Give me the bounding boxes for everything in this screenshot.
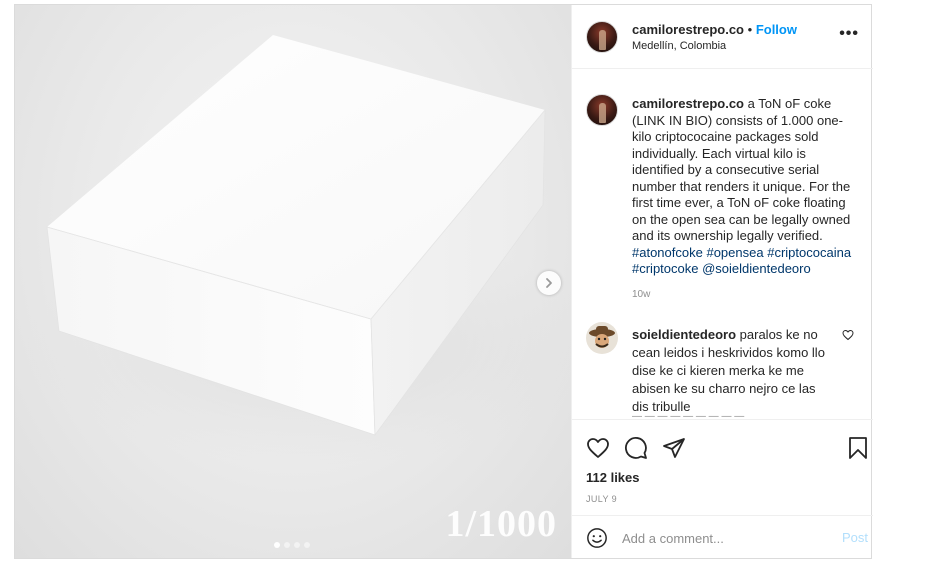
chevron-right-icon xyxy=(546,278,552,288)
comment-username[interactable]: soieldientedeoro xyxy=(632,327,736,342)
likes-count[interactable]: 112 likes xyxy=(586,470,640,485)
caption-avatar[interactable] xyxy=(586,94,618,126)
image-counter-text: 1/1000 xyxy=(445,503,557,545)
post-comment-button[interactable]: Post xyxy=(842,530,868,545)
location-link[interactable]: Medellín, Colombia xyxy=(632,40,726,52)
separator-dot: • xyxy=(747,22,753,37)
follow-button[interactable]: Follow xyxy=(756,22,797,37)
commenter-avatar[interactable] xyxy=(586,322,618,354)
heart-icon[interactable] xyxy=(586,436,610,460)
emoji-icon[interactable] xyxy=(586,527,608,549)
post-media[interactable]: 1/1000 xyxy=(15,5,571,558)
add-comment-bar: Post xyxy=(572,515,873,558)
hashtag-link[interactable]: #criptocoke xyxy=(632,261,698,276)
hashtag-link[interactable]: #atonofcoke xyxy=(632,245,703,260)
post-caption: camilorestrepo.co a ToN oF coke (LINK IN… xyxy=(632,96,858,278)
carousel-dot xyxy=(304,542,310,548)
caption-timestamp[interactable]: 10w xyxy=(632,289,650,300)
hashtag-link[interactable]: #opensea xyxy=(706,245,763,260)
carousel-dot xyxy=(284,542,290,548)
more-options-icon[interactable]: ••• xyxy=(839,25,859,43)
avatar[interactable] xyxy=(586,21,618,53)
white-box-image xyxy=(25,35,571,465)
carousel-dot xyxy=(274,542,280,548)
carousel-dot xyxy=(294,542,300,548)
post-date[interactable]: JULY 9 xyxy=(586,494,617,504)
post-header: camilorestrepo.co • Follow Medellín, Col… xyxy=(572,5,873,69)
comment-like-heart-icon[interactable] xyxy=(842,329,854,341)
bookmark-icon[interactable] xyxy=(848,436,868,460)
post-dialog: 1/1000 camilorestrepo.co • Follow Medell… xyxy=(14,4,873,559)
comment-meta-cutoff: — — — — — — — — — xyxy=(632,411,745,419)
caption-text: a ToN oF coke (LINK IN BIO) consists of … xyxy=(632,96,851,243)
mention-link[interactable]: @soieldientedeoro xyxy=(702,261,811,276)
post-sidebar: camilorestrepo.co • Follow Medellín, Col… xyxy=(571,5,873,558)
header-username[interactable]: camilorestrepo.co xyxy=(632,22,744,37)
header-user-line: camilorestrepo.co • Follow xyxy=(632,22,797,37)
comment-item: soieldientedeoro paralos ke no cean leid… xyxy=(632,326,832,416)
comments-list[interactable]: camilorestrepo.co a ToN oF coke (LINK IN… xyxy=(572,70,873,419)
caption-username[interactable]: camilorestrepo.co xyxy=(632,96,744,111)
carousel-dots xyxy=(274,542,310,548)
next-slide-button[interactable] xyxy=(537,271,561,295)
comment-input[interactable] xyxy=(622,528,822,548)
comment-icon[interactable] xyxy=(624,436,648,460)
action-bar: 112 likes JULY 9 xyxy=(572,419,873,515)
hashtag-link[interactable]: #criptococaina xyxy=(767,245,851,260)
share-icon[interactable] xyxy=(662,436,686,460)
